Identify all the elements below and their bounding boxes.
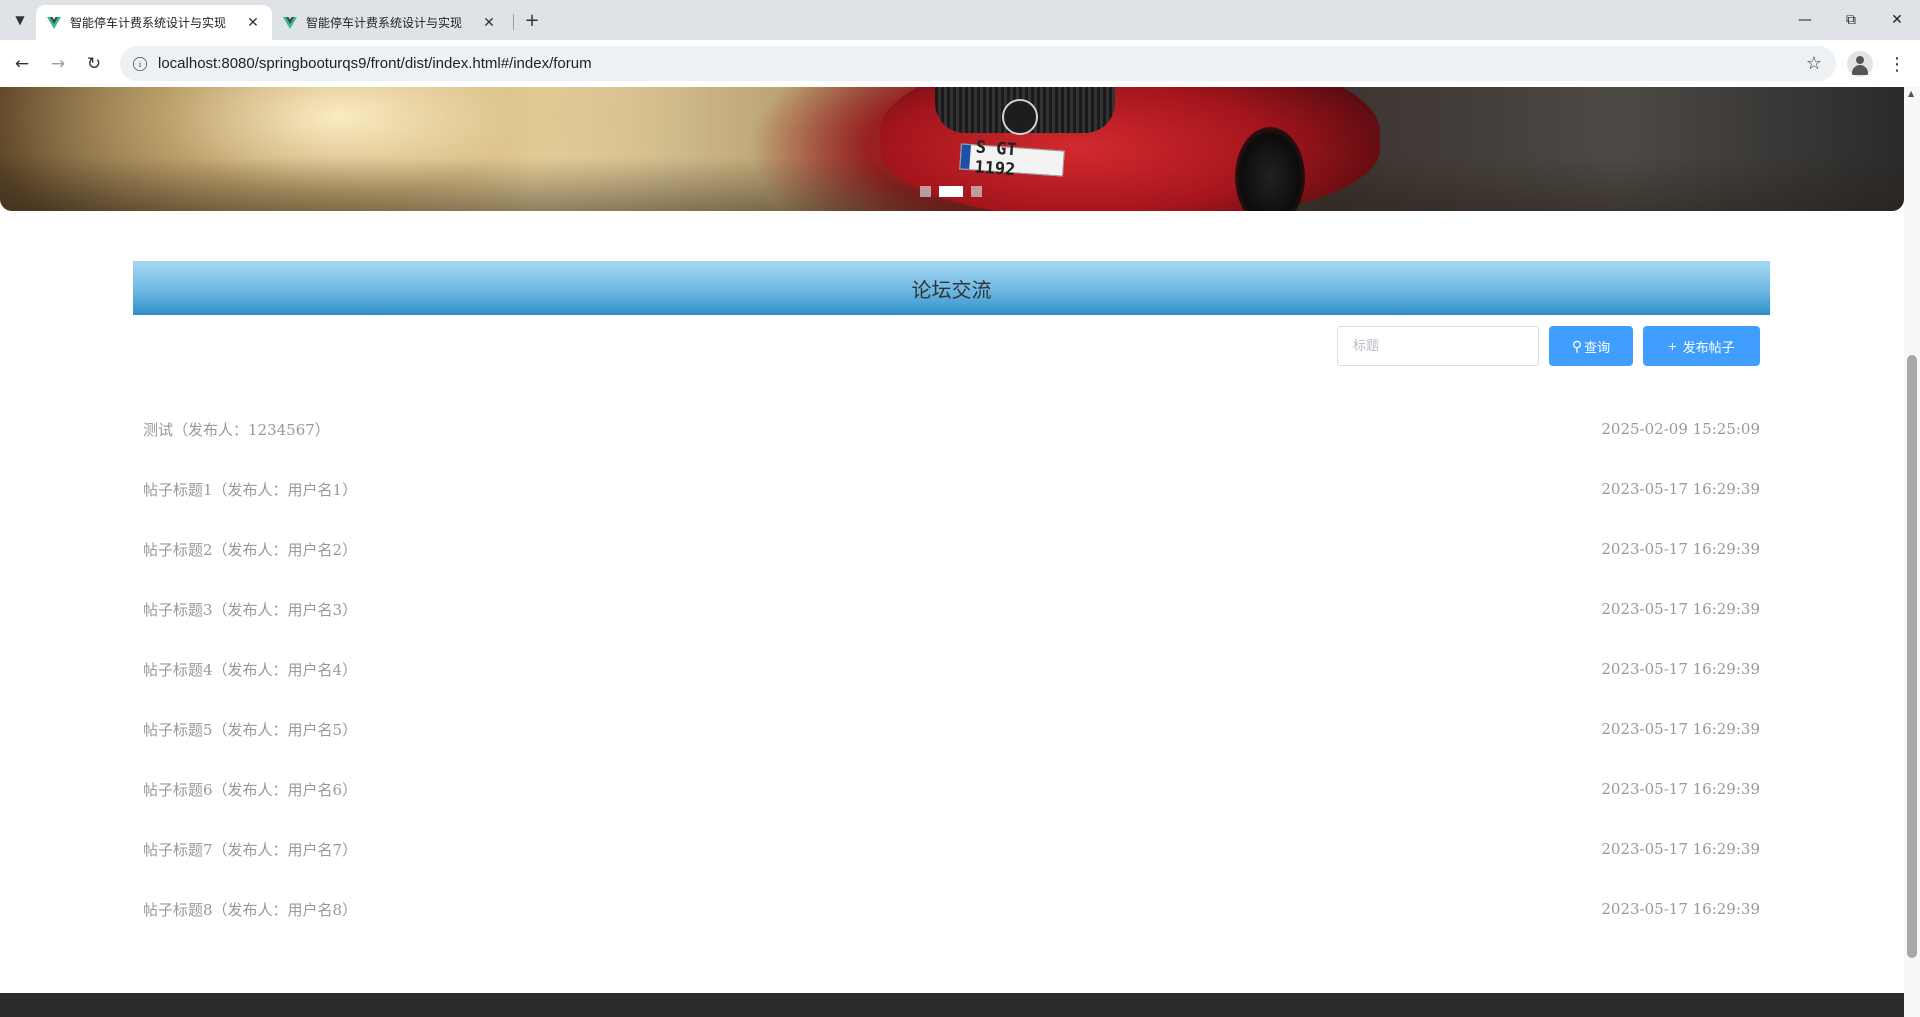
reload-icon: ↻: [86, 54, 102, 74]
tab-title: 智能停车计费系统设计与实现: [70, 16, 227, 30]
post-item[interactable]: 测试（发布人：1234567） 2025-02-09 15:25:09: [133, 399, 1770, 459]
license-plate: S GT 1192: [959, 137, 1065, 180]
post-title[interactable]: 帖子标题5（发布人：用户名5）: [143, 719, 357, 740]
close-icon[interactable]: ✕: [480, 14, 498, 32]
reload-button[interactable]: ↻: [80, 50, 108, 78]
restore-button[interactable]: ⧉: [1828, 0, 1874, 40]
query-button[interactable]: ⚲ 查询: [1549, 326, 1633, 366]
profile-body: [1852, 65, 1868, 75]
back-button[interactable]: ←: [8, 50, 36, 78]
carousel-indicators: [920, 186, 982, 197]
close-icon: ✕: [1891, 12, 1903, 28]
post-time: 2023-05-17 16:29:39: [1601, 660, 1760, 678]
post-item[interactable]: 帖子标题6（发布人：用户名6） 2023-05-17 16:29:39: [133, 759, 1770, 819]
minimize-icon: —: [1798, 12, 1812, 28]
forum-heading: 论坛交流: [133, 261, 1770, 315]
page-scrollbar[interactable]: ▲: [1904, 87, 1920, 1017]
post-time: 2023-05-17 16:29:39: [1601, 600, 1760, 618]
post-time: 2023-05-17 16:29:39: [1601, 720, 1760, 738]
post-title[interactable]: 帖子标题8（发布人：用户名8）: [143, 899, 357, 920]
star-icon[interactable]: ☆: [1806, 53, 1822, 74]
url-text[interactable]: localhost:8080/springbooturqs9/front/dis…: [158, 55, 592, 72]
post-title[interactable]: 测试（发布人：1234567）: [143, 419, 330, 440]
post-title[interactable]: 帖子标题6（发布人：用户名6）: [143, 779, 357, 800]
profile-icon[interactable]: [1847, 51, 1873, 77]
close-icon[interactable]: ✕: [244, 14, 262, 32]
search-icon: ⚲: [1571, 337, 1583, 354]
car-badge: [1002, 99, 1038, 135]
forward-button[interactable]: →: [44, 50, 72, 78]
carousel-indicator-active[interactable]: [939, 186, 963, 197]
post-title[interactable]: 帖子标题3（发布人：用户名3）: [143, 599, 357, 620]
chevron-down-icon: ▼: [15, 13, 25, 27]
tab-separator: [513, 14, 514, 30]
scrollbar-thumb[interactable]: [1907, 355, 1917, 958]
carousel-indicator[interactable]: [920, 186, 931, 197]
carousel-indicator[interactable]: [971, 186, 982, 197]
window-close-button[interactable]: ✕: [1874, 0, 1920, 40]
browser-tabstrip: ▼ 智能停车计费系统设计与实现 ✕ 智能停车计费系统设计与实现 ✕ + — ⧉ …: [0, 0, 1920, 40]
post-item[interactable]: 帖子标题1（发布人：用户名1） 2023-05-17 16:29:39: [133, 459, 1770, 519]
post-list: 测试（发布人：1234567） 2025-02-09 15:25:09 帖子标题…: [133, 399, 1770, 939]
vue-logo-icon: [47, 16, 61, 29]
page-footer: [0, 993, 1904, 1017]
plus-icon: +: [1668, 338, 1677, 354]
post-item[interactable]: 帖子标题3（发布人：用户名3） 2023-05-17 16:29:39: [133, 579, 1770, 639]
post-time: 2023-05-17 16:29:39: [1601, 540, 1760, 558]
vue-logo-icon: [283, 16, 297, 29]
profile-head: [1856, 56, 1864, 64]
post-title[interactable]: 帖子标题4（发布人：用户名4）: [143, 659, 357, 680]
kebab-icon[interactable]: ⋮: [1887, 50, 1907, 78]
query-button-label: 查询: [1584, 339, 1611, 355]
post-time: 2023-05-17 16:29:39: [1601, 840, 1760, 858]
post-time: 2023-05-17 16:29:39: [1601, 480, 1760, 498]
post-title[interactable]: 帖子标题1（发布人：用户名1）: [143, 479, 357, 500]
address-bar[interactable]: i localhost:8080/springbooturqs9/front/d…: [120, 46, 1836, 81]
publish-post-button[interactable]: + 发布帖子: [1643, 326, 1760, 366]
publish-post-button-label: 发布帖子: [1682, 339, 1735, 355]
tab-list-button[interactable]: ▼: [6, 8, 34, 32]
post-time: 2025-02-09 15:25:09: [1601, 420, 1760, 438]
post-item[interactable]: 帖子标题4（发布人：用户名4） 2023-05-17 16:29:39: [133, 639, 1770, 699]
post-item[interactable]: 帖子标题7（发布人：用户名7） 2023-05-17 16:29:39: [133, 819, 1770, 879]
title-search-input[interactable]: [1337, 326, 1539, 366]
arrow-left-icon: ←: [14, 54, 30, 74]
post-item[interactable]: 帖子标题8（发布人：用户名8） 2023-05-17 16:29:39: [133, 879, 1770, 939]
post-title[interactable]: 帖子标题7（发布人：用户名7）: [143, 839, 357, 860]
plus-icon: +: [524, 9, 540, 31]
browser-tab-active[interactable]: 智能停车计费系统设计与实现 ✕: [36, 5, 272, 40]
post-time: 2023-05-17 16:29:39: [1601, 780, 1760, 798]
restore-icon: ⧉: [1846, 12, 1856, 28]
scroll-up-icon[interactable]: ▲: [1908, 89, 1914, 98]
minimize-button[interactable]: —: [1782, 0, 1828, 40]
post-item[interactable]: 帖子标题5（发布人：用户名5） 2023-05-17 16:29:39: [133, 699, 1770, 759]
browser-tab[interactable]: 智能停车计费系统设计与实现 ✕: [272, 5, 508, 40]
new-tab-button[interactable]: +: [520, 8, 544, 32]
tab-title: 智能停车计费系统设计与实现: [306, 16, 463, 30]
info-icon[interactable]: i: [133, 56, 147, 71]
browser-toolbar: ← → ↻ i localhost:8080/springbooturqs9/f…: [0, 40, 1920, 87]
post-item[interactable]: 帖子标题2（发布人：用户名2） 2023-05-17 16:29:39: [133, 519, 1770, 579]
post-title[interactable]: 帖子标题2（发布人：用户名2）: [143, 539, 357, 560]
post-time: 2023-05-17 16:29:39: [1601, 900, 1760, 918]
banner-carousel[interactable]: S GT 1192: [0, 87, 1904, 211]
page-viewport: S GT 1192 论坛交流 ⚲ 查询 + 发布帖子 测试（发布人：123456…: [0, 87, 1920, 1017]
arrow-right-icon: →: [50, 54, 66, 74]
